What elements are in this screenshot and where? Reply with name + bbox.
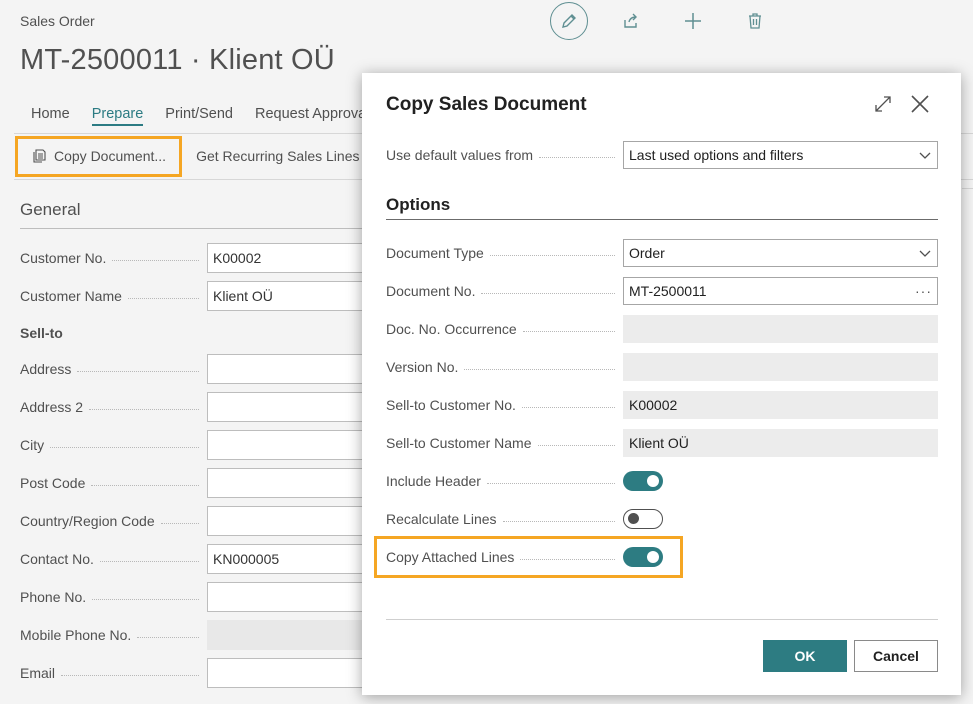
mobile-phone-row: Mobile Phone No.	[20, 620, 365, 650]
document-type-row: Document Type Order	[386, 238, 938, 268]
section-title-general: General	[20, 200, 81, 219]
edit-icon[interactable]	[550, 2, 588, 40]
email-row: Email	[20, 658, 365, 688]
default-values-row: Use default values from Last used option…	[386, 140, 938, 170]
address2-field[interactable]	[207, 392, 365, 422]
city-row: City	[20, 430, 365, 460]
default-values-select[interactable]: Last used options and filters	[623, 141, 938, 169]
doc-no-occurrence-label: Doc. No. Occurrence	[386, 321, 623, 337]
city-field[interactable]	[207, 430, 365, 460]
country-label: Country/Region Code	[20, 513, 207, 529]
sell-to-customer-no-row: Sell-to Customer No. K00002	[386, 390, 938, 420]
customer-no-label: Customer No.	[20, 250, 207, 266]
lookup-ellipsis-icon[interactable]: ···	[915, 283, 932, 299]
ok-button[interactable]: OK	[763, 640, 847, 672]
customer-no-field[interactable]: K00002	[207, 243, 365, 273]
tab-print-send[interactable]: Print/Send	[165, 106, 233, 126]
highlight-copy-attached-lines	[374, 536, 683, 578]
sell-to-customer-name-field: Klient OÜ	[623, 429, 938, 457]
sell-to-customer-name-label: Sell-to Customer Name	[386, 435, 623, 451]
toggle-knob	[647, 475, 659, 487]
top-actions	[550, 2, 798, 40]
contact-no-label: Contact No.	[20, 551, 207, 567]
tab-home[interactable]: Home	[31, 106, 70, 126]
city-label: City	[20, 437, 207, 453]
sell-to-customer-no-field: K00002	[623, 391, 938, 419]
address2-label: Address 2	[20, 399, 207, 415]
address2-row: Address 2	[20, 392, 365, 422]
version-no-field	[623, 353, 938, 381]
share-icon[interactable]	[612, 2, 650, 40]
sell-to-customer-no-label: Sell-to Customer No.	[386, 397, 623, 413]
default-values-label: Use default values from	[386, 147, 623, 163]
document-type-label: Document Type	[386, 245, 623, 261]
country-field[interactable]	[207, 506, 365, 536]
document-no-value: MT-2500011	[629, 283, 707, 299]
address-field[interactable]	[207, 354, 365, 384]
include-header-label: Include Header	[386, 473, 623, 489]
include-header-toggle[interactable]	[623, 471, 663, 491]
country-row: Country/Region Code	[20, 506, 365, 536]
dialog-title: Copy Sales Document	[386, 94, 587, 115]
page-title: MT-2500011 · Klient OÜ	[20, 44, 335, 76]
customer-no-row: Customer No. K00002	[20, 243, 365, 273]
phone-no-row: Phone No.	[20, 582, 365, 612]
customer-name-label: Customer Name	[20, 288, 207, 304]
post-code-row: Post Code	[20, 468, 365, 498]
sell-to-heading: Sell-to	[20, 325, 63, 341]
toggle-knob	[628, 513, 639, 524]
include-header-row: Include Header	[386, 466, 938, 496]
document-no-field[interactable]: MT-2500011 ···	[623, 277, 938, 305]
address-label: Address	[20, 361, 207, 377]
doc-no-occurrence-field	[623, 315, 938, 343]
document-no-label: Document No.	[386, 283, 623, 299]
post-code-label: Post Code	[20, 475, 207, 491]
cancel-button[interactable]: Cancel	[854, 640, 938, 672]
get-recurring-label: Get Recurring Sales Lines	[196, 148, 360, 164]
divider	[386, 219, 938, 220]
close-icon[interactable]	[908, 92, 932, 116]
mobile-phone-field	[207, 620, 365, 650]
phone-no-label: Phone No.	[20, 589, 207, 605]
copy-sales-document-dialog: Copy Sales Document Use default values f…	[362, 73, 961, 695]
mobile-phone-label: Mobile Phone No.	[20, 627, 207, 643]
recalculate-lines-label: Recalculate Lines	[386, 511, 623, 527]
customer-name-row: Customer Name Klient OÜ	[20, 281, 365, 311]
divider	[20, 228, 365, 229]
recalculate-lines-row: Recalculate Lines	[386, 504, 938, 534]
post-code-field[interactable]	[207, 468, 365, 498]
contact-no-row: Contact No. KN000005	[20, 544, 365, 574]
version-no-label: Version No.	[386, 359, 623, 375]
email-label: Email	[20, 665, 207, 681]
email-field[interactable]	[207, 658, 365, 688]
contact-no-field[interactable]: KN000005	[207, 544, 365, 574]
tab-prepare[interactable]: Prepare	[91, 106, 144, 126]
divider	[386, 619, 938, 620]
document-no-row: Document No. MT-2500011 ···	[386, 276, 938, 306]
divider	[962, 188, 973, 189]
action-tabs: Home Prepare Print/Send Request Approval	[20, 106, 380, 126]
recalculate-lines-toggle[interactable]	[623, 509, 663, 529]
tab-request-approval[interactable]: Request Approval	[255, 106, 369, 126]
document-type-select[interactable]: Order	[623, 239, 938, 267]
sell-to-customer-name-row: Sell-to Customer Name Klient OÜ	[386, 428, 938, 458]
chevron-down-icon	[919, 152, 931, 159]
version-no-row: Version No.	[386, 352, 938, 382]
expand-icon[interactable]	[872, 93, 894, 115]
chevron-down-icon	[919, 250, 931, 257]
address-row: Address	[20, 354, 365, 384]
add-icon[interactable]	[674, 2, 712, 40]
delete-icon[interactable]	[736, 2, 774, 40]
options-title: Options	[386, 195, 451, 214]
document-type-value: Order	[629, 245, 665, 261]
doc-no-occurrence-row: Doc. No. Occurrence	[386, 314, 938, 344]
get-recurring-sales-lines-button[interactable]: Get Recurring Sales Lines	[178, 141, 366, 171]
customer-name-field[interactable]: Klient OÜ	[207, 281, 365, 311]
phone-no-field[interactable]	[207, 582, 365, 612]
page-caption: Sales Order	[20, 13, 95, 29]
highlight-copy-document	[15, 136, 182, 177]
default-values-value: Last used options and filters	[629, 147, 804, 163]
